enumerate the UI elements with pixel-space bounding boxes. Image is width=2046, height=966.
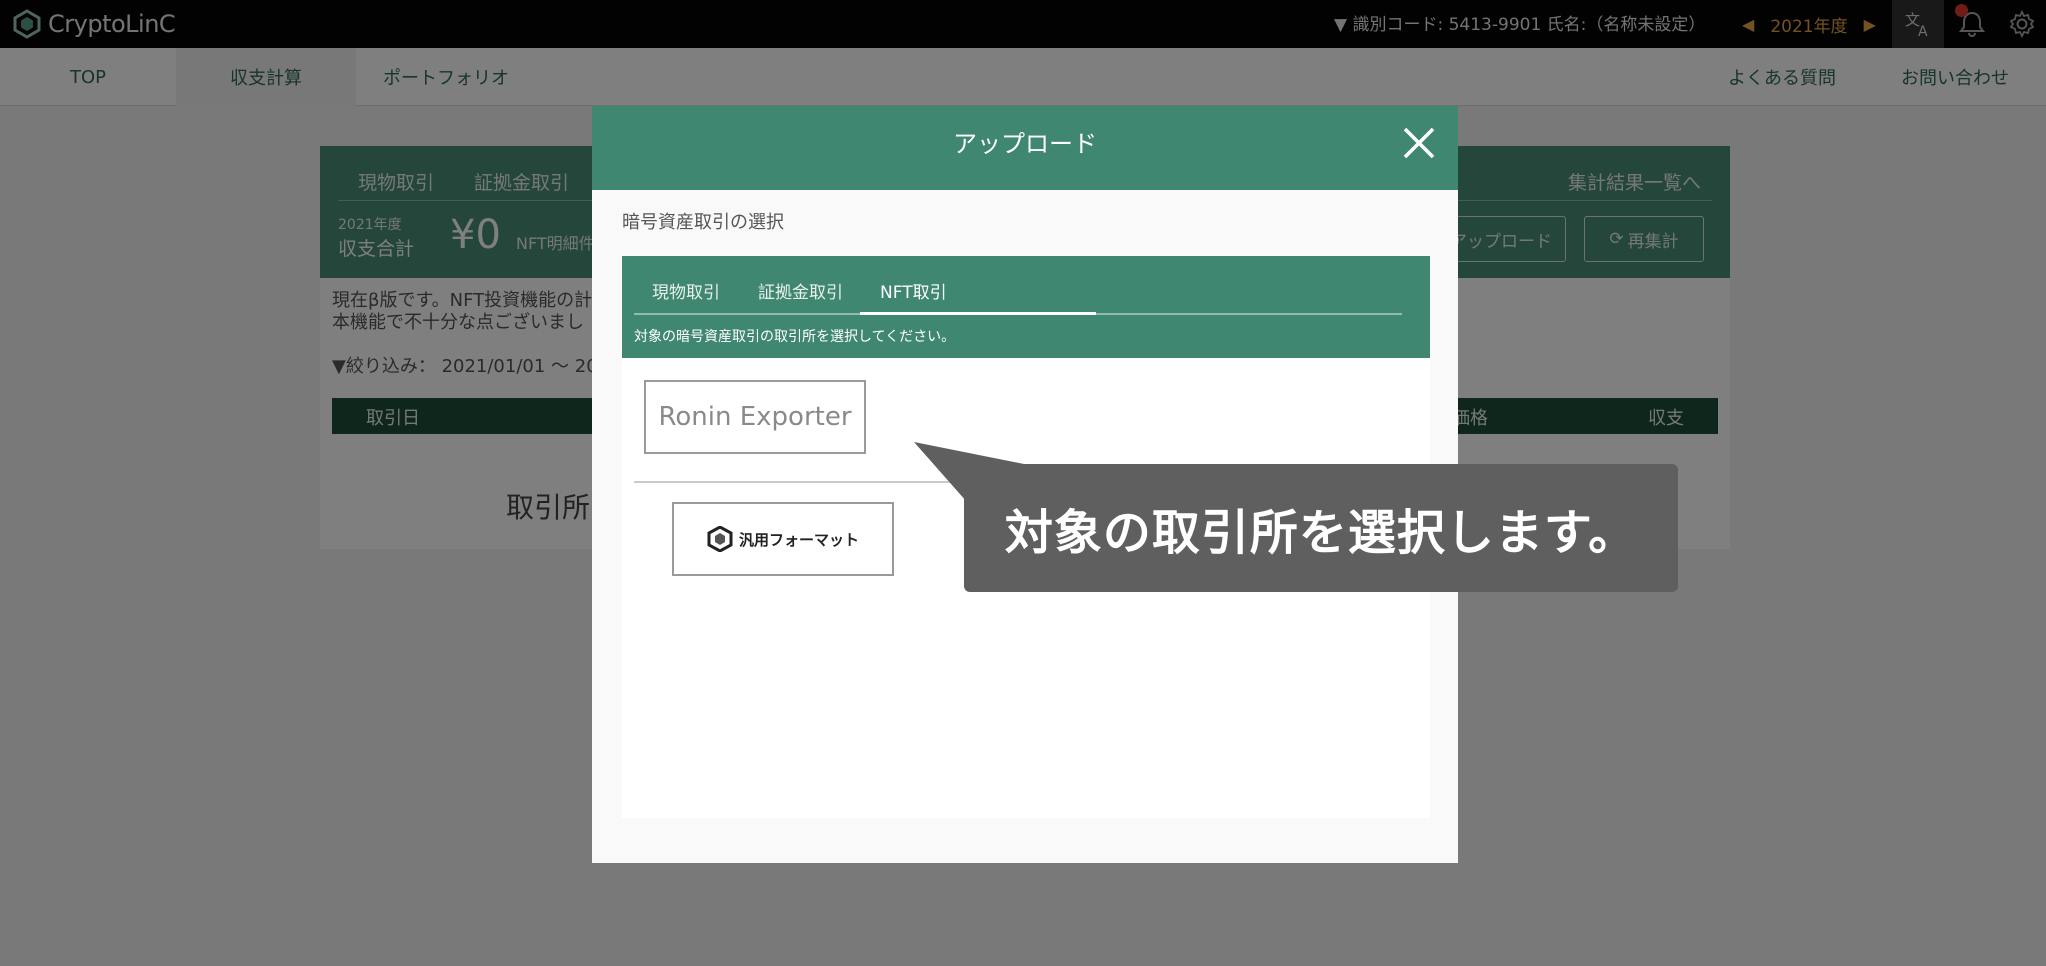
close-icon[interactable]: [1400, 124, 1438, 162]
generic-format-icon: [707, 526, 733, 552]
tab-spot[interactable]: 現物取引: [652, 278, 720, 303]
tab-nft[interactable]: NFT取引: [880, 278, 947, 303]
trade-type-tabs: 現物取引 証拠金取引 NFT取引 対象の暗号資産取引の取引所を選択してください。: [622, 256, 1430, 358]
callout-text: 対象の取引所を選択します。: [1004, 505, 1638, 561]
generic-format-label: 汎用フォーマット: [738, 530, 859, 549]
tutorial-callout: 対象の取引所を選択します。: [964, 464, 1678, 592]
ronin-exporter-label: Ronin Exporter: [658, 402, 852, 432]
tabs-instruction: 対象の暗号資産取引の取引所を選択してください。: [634, 329, 956, 345]
modal-header: アップロード: [592, 106, 1458, 190]
exchange-ronin-exporter[interactable]: Ronin Exporter: [644, 380, 866, 454]
active-tab-indicator: [860, 312, 1096, 315]
exchange-generic-format[interactable]: 汎用フォーマット: [672, 502, 894, 576]
tab-margin[interactable]: 証拠金取引: [758, 278, 843, 303]
modal-title: アップロード: [953, 129, 1097, 158]
modal-subtitle: 暗号資産取引の選択: [622, 212, 784, 233]
